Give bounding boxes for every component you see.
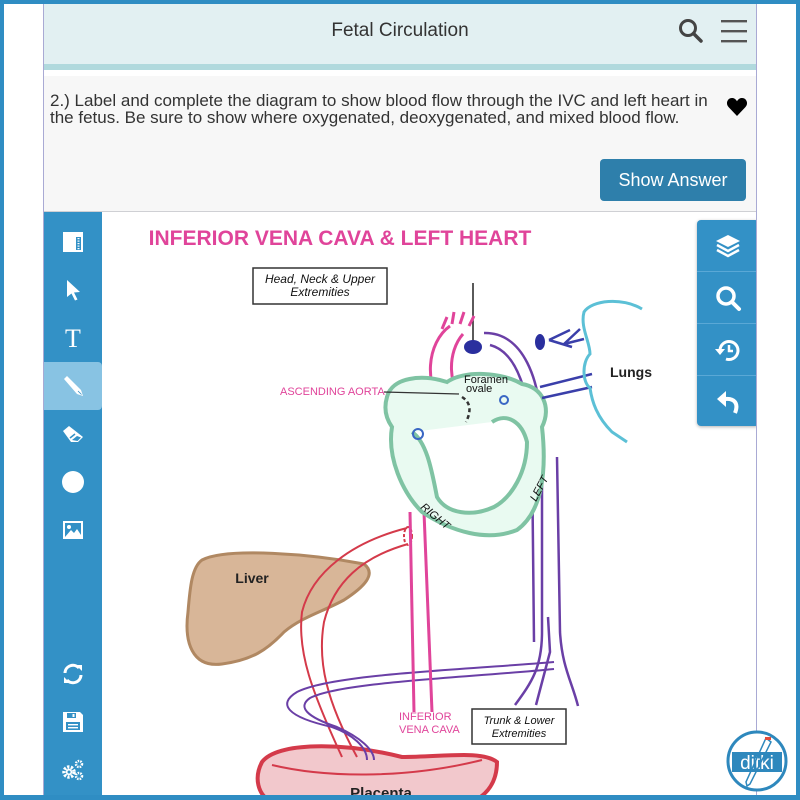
sidebar-layout-icon xyxy=(63,232,83,252)
liver-shape xyxy=(185,551,371,666)
tool-settings[interactable] xyxy=(44,746,102,794)
tool-pencil[interactable] xyxy=(44,362,102,410)
fetal-circulation-diagram: INFERIOR VENA CAVA & LEFT HEART Head, Ne… xyxy=(149,227,652,795)
left-toolbar: T xyxy=(44,212,102,795)
question-text: 2.) Label and complete the diagram to sh… xyxy=(50,91,708,127)
label-trunk-line1: Trunk & Lower xyxy=(484,715,556,727)
label-head-neck-line1: Head, Neck & Upper xyxy=(265,272,376,286)
tool-shape[interactable] xyxy=(44,458,102,506)
label-ovale: ovale xyxy=(466,383,492,395)
app-container: Fetal Circulation 2.) Label and complete… xyxy=(43,4,757,795)
label-trunk-line2: Extremities xyxy=(492,728,547,740)
circle-icon xyxy=(62,471,84,493)
question-panel: 2.) Label and complete the diagram to sh… xyxy=(44,76,756,212)
tool-select[interactable] xyxy=(44,266,102,314)
page-title: Fetal Circulation xyxy=(331,20,469,41)
layers-icon xyxy=(716,234,740,257)
undo-button[interactable] xyxy=(697,376,756,428)
search-icon[interactable] xyxy=(678,18,704,44)
undo-icon xyxy=(717,391,739,414)
gears-icon xyxy=(62,759,84,781)
cursor-arrow-icon xyxy=(67,280,80,301)
label-box-trunk: Trunk & Lower Extremities xyxy=(471,708,567,745)
show-answer-button[interactable]: Show Answer xyxy=(600,159,746,201)
svc-opening xyxy=(464,340,482,354)
tool-image[interactable] xyxy=(44,506,102,554)
eraser-icon xyxy=(63,426,83,442)
hamburger-menu-icon[interactable] xyxy=(720,18,748,44)
tool-eraser[interactable] xyxy=(44,410,102,458)
history-icon xyxy=(715,339,740,361)
heart-icon[interactable] xyxy=(726,96,748,118)
label-ivc-line2: VENA CAVA xyxy=(399,724,460,736)
label-head-neck-line2: Extremities xyxy=(290,285,349,299)
drawing-canvas[interactable]: INFERIOR VENA CAVA & LEFT HEART Head, Ne… xyxy=(102,212,697,795)
label-box-head-neck: Head, Neck & Upper Extremities xyxy=(252,267,388,305)
diagram-title: INFERIOR VENA CAVA & LEFT HEART xyxy=(149,227,532,250)
svg-text:T: T xyxy=(65,326,81,350)
image-icon xyxy=(63,521,83,539)
magnifier-icon xyxy=(716,285,741,311)
floppy-disk-icon xyxy=(63,712,83,732)
tool-save[interactable] xyxy=(44,698,102,746)
header-bar: Fetal Circulation xyxy=(44,4,756,70)
pencil-icon xyxy=(64,376,83,396)
inferior-vena-cava-vessel xyxy=(408,511,434,713)
tool-text[interactable]: T xyxy=(44,314,102,362)
history-button[interactable] xyxy=(697,324,756,376)
label-ivc-line1: INFERIOR xyxy=(399,711,452,723)
zoom-button[interactable] xyxy=(697,272,756,324)
ditki-logo[interactable]: ditki xyxy=(726,730,788,792)
label-ascending-aorta: ASCENDING AORTA xyxy=(280,386,385,398)
label-lungs: Lungs xyxy=(610,364,652,380)
label-placenta: Placenta xyxy=(350,785,412,795)
right-toolbar xyxy=(697,220,756,428)
text-t-icon: T xyxy=(65,326,81,350)
tool-refresh[interactable] xyxy=(44,650,102,698)
layers-button[interactable] xyxy=(697,220,756,272)
tool-panel-toggle[interactable] xyxy=(44,218,102,266)
refresh-icon xyxy=(63,663,83,685)
label-liver: Liver xyxy=(235,570,269,586)
